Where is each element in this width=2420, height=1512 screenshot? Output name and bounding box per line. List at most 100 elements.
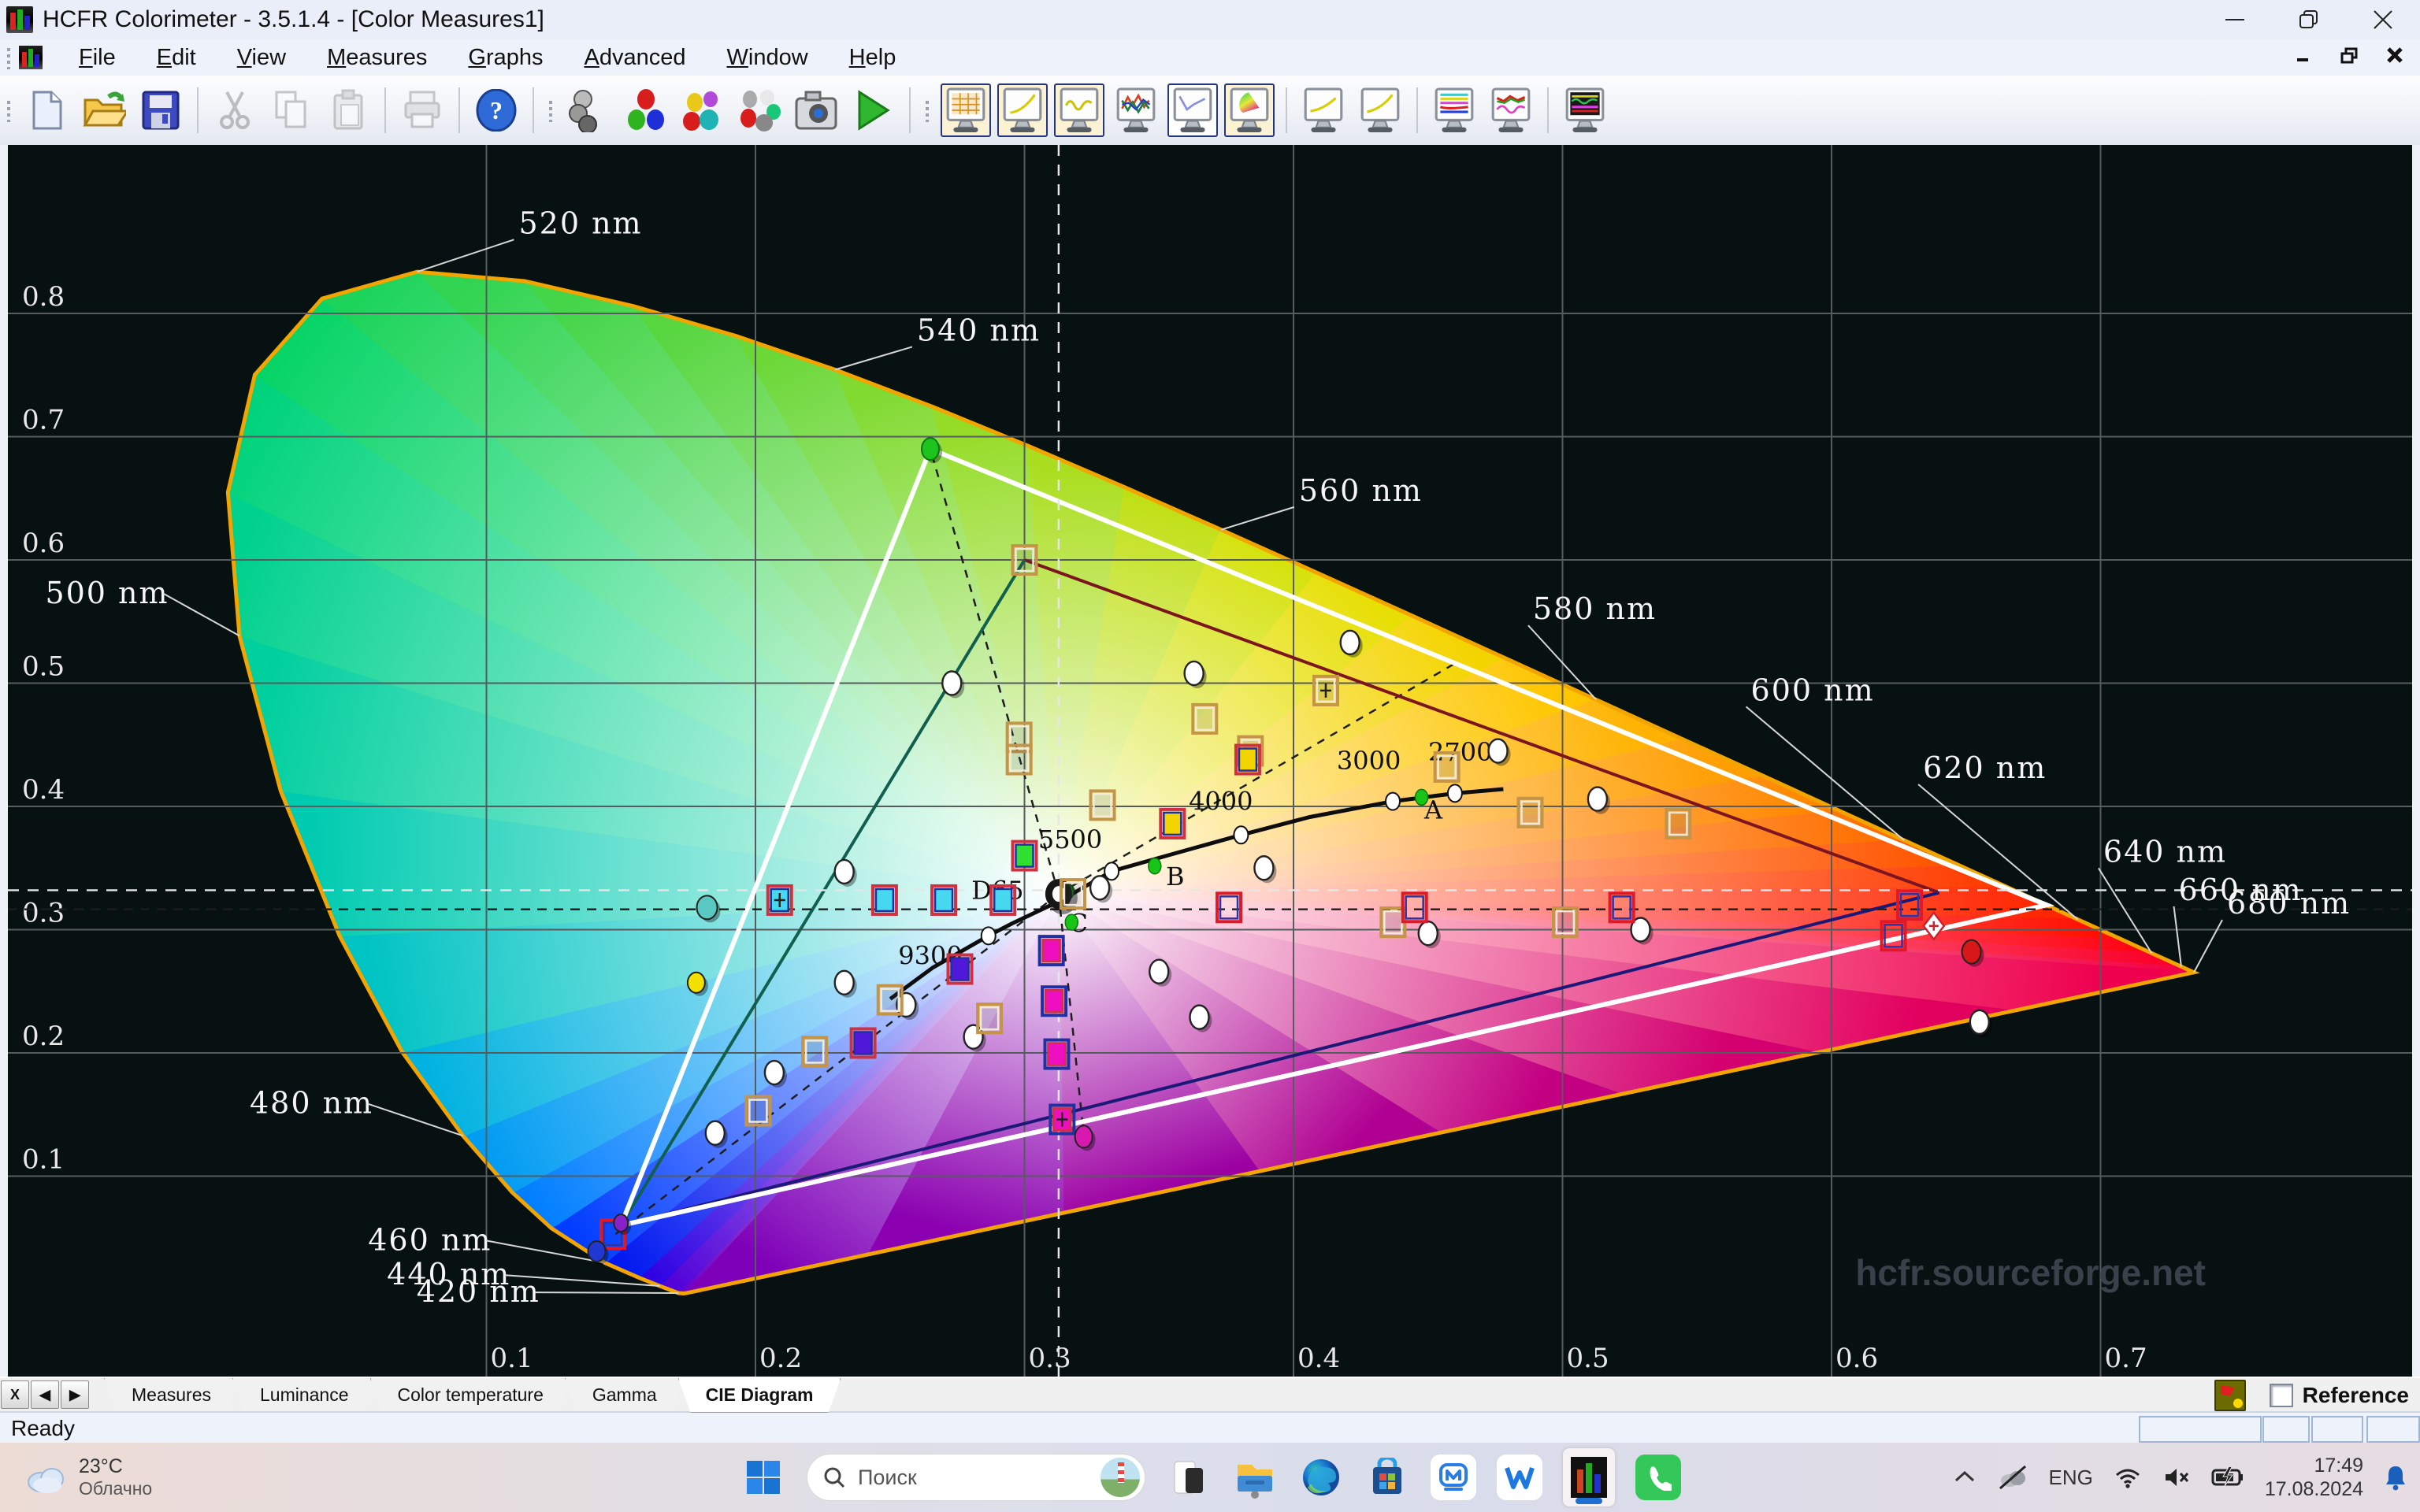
close-measure-tab-button[interactable]: X — [1, 1380, 29, 1409]
svg-text:0.4: 0.4 — [22, 774, 65, 806]
status-bar: Ready — [0, 1411, 2420, 1444]
status-panel-3 — [2311, 1416, 2363, 1443]
menu-grip — [5, 46, 13, 69]
start-button[interactable] — [740, 1455, 786, 1500]
rgb-measure-button[interactable] — [621, 83, 671, 137]
notification-bell-icon[interactable] — [2384, 1464, 2407, 1491]
status-panel-2 — [2262, 1416, 2310, 1443]
w-app-icon[interactable] — [1497, 1455, 1542, 1500]
menu-graphs[interactable]: Graphs — [447, 42, 563, 74]
scroll-tabs-right-button[interactable]: ▶ — [61, 1380, 89, 1409]
menu-advanced[interactable]: Advanced — [564, 42, 707, 74]
cut-button[interactable] — [210, 83, 260, 137]
volume-muted-icon[interactable] — [2162, 1466, 2191, 1489]
microsoft-store-icon[interactable] — [1364, 1455, 1410, 1500]
svg-text:680 nm: 680 nm — [2227, 886, 2351, 921]
view-button-gamma-curve[interactable] — [997, 83, 1048, 137]
view-button-luminance-curve[interactable] — [1167, 83, 1218, 137]
view-button-rgb-levels[interactable] — [1054, 83, 1104, 137]
onedrive-paused-icon[interactable] — [1997, 1465, 2028, 1490]
menu-view[interactable]: View — [217, 42, 306, 74]
tab-cie-diagram[interactable]: CIE Diagram — [678, 1378, 841, 1413]
tray-date: 17.08.2024 — [2264, 1478, 2363, 1500]
svg-text:0.2: 0.2 — [22, 1021, 65, 1052]
menu-bar: File Edit View Measures Graphs Advanced … — [0, 39, 2420, 77]
menu-edit[interactable]: Edit — [136, 42, 217, 74]
svg-text:0.2: 0.2 — [759, 1343, 802, 1374]
tab-luminance[interactable]: Luminance — [232, 1378, 377, 1413]
svg-text:0.6: 0.6 — [1835, 1343, 1878, 1374]
reference-checkbox-group[interactable]: Reference — [2269, 1383, 2409, 1408]
clock[interactable]: 17:49 17.08.2024 — [2265, 1454, 2363, 1501]
svg-text:B: B — [1166, 862, 1185, 891]
task-view-button[interactable] — [1166, 1455, 1212, 1500]
menu-help[interactable]: Help — [829, 42, 917, 74]
close-icon[interactable] — [2346, 0, 2420, 39]
svg-text:0.7: 0.7 — [2105, 1343, 2147, 1374]
capture-button[interactable] — [791, 83, 841, 137]
search-input[interactable]: Поиск — [807, 1454, 1145, 1501]
new-document-button[interactable] — [22, 83, 72, 137]
continuous-measure-button[interactable] — [848, 83, 898, 137]
svg-text:0.7: 0.7 — [22, 405, 65, 436]
print-button[interactable] — [397, 83, 447, 137]
menu-window[interactable]: Window — [707, 42, 829, 74]
weather-widget[interactable]: 23°C Облачно — [24, 1455, 152, 1499]
hcfr-taskbar-icon[interactable] — [1563, 1448, 1615, 1506]
svg-text:620 nm: 620 nm — [1923, 750, 2047, 785]
tab-gamma[interactable]: Gamma — [565, 1378, 685, 1413]
sensor-config-button[interactable] — [564, 83, 614, 137]
svg-text:480 nm: 480 nm — [250, 1086, 373, 1121]
tab-color-temperature[interactable]: Color temperature — [370, 1378, 571, 1413]
menu-measures[interactable]: Measures — [306, 42, 447, 74]
file-explorer-icon[interactable] — [1232, 1455, 1278, 1500]
restore-button[interactable] — [2272, 0, 2346, 39]
svg-text:5500: 5500 — [1038, 825, 1102, 854]
view-button-color-tracking[interactable] — [1111, 83, 1161, 137]
svg-text:0.3: 0.3 — [1029, 1343, 1071, 1374]
view-button-dark-screen-view[interactable] — [1560, 83, 1610, 137]
save-button[interactable] — [135, 83, 186, 137]
minimize-button[interactable] — [2198, 0, 2272, 39]
toolbar-grip — [5, 98, 13, 122]
svg-text:520 nm: 520 nm — [518, 206, 642, 240]
view-button-cie-diagram[interactable] — [1224, 83, 1275, 137]
cloud-icon — [28, 1468, 64, 1493]
phone-app-icon[interactable] — [1635, 1455, 1681, 1500]
svg-text:420 nm: 420 nm — [417, 1274, 540, 1309]
view-button-tracking-view[interactable] — [1486, 83, 1536, 137]
mdi-minimize-icon[interactable] — [2294, 46, 2313, 70]
desktop: HCFR Colorimeter - 3.5.1.4 - [Color Meas… — [0, 0, 2420, 1512]
wifi-icon[interactable] — [2114, 1466, 2142, 1489]
max-app-icon[interactable] — [1431, 1455, 1476, 1500]
color-measure-1-button[interactable] — [677, 83, 728, 137]
scroll-tabs-left-button[interactable]: ◀ — [31, 1380, 59, 1409]
battery-charging-icon[interactable] — [2211, 1466, 2244, 1489]
svg-text:?: ? — [490, 96, 503, 124]
open-file-button[interactable] — [79, 83, 129, 137]
color-measure-2-button[interactable] — [734, 83, 785, 137]
tray-time: 17:49 — [2314, 1455, 2363, 1477]
edge-browser-icon[interactable] — [1298, 1455, 1344, 1500]
paste-button[interactable] — [323, 83, 373, 137]
cie-chromaticity-chart[interactable]: 0.1 0.2 0.3 0.4 0.5 0.6 0.7 0.1 0.2 0.3 0.4 0.5 0.6 0… — [8, 145, 2412, 1377]
search-placeholder: Поиск — [858, 1465, 917, 1489]
view-button-luminance-view-2[interactable] — [1355, 83, 1405, 137]
weather-temp: 23°C — [79, 1455, 123, 1478]
help-button[interactable]: ? — [471, 83, 521, 137]
language-indicator[interactable]: ENG — [2049, 1466, 2093, 1490]
tray-expand-icon[interactable] — [1953, 1468, 1976, 1487]
copy-button[interactable] — [266, 83, 317, 137]
tab-measures[interactable]: Measures — [104, 1378, 239, 1413]
mdi-restore-icon[interactable] — [2340, 46, 2359, 70]
mdi-close-icon[interactable] — [2385, 46, 2404, 70]
weather-condition: Облачно — [79, 1478, 153, 1499]
view-button-measures-grid[interactable] — [941, 83, 991, 137]
reference-checkbox[interactable] — [2269, 1384, 2293, 1407]
view-button-gamma-view-2[interactable] — [1298, 83, 1349, 137]
view-button-color-temp-lines[interactable] — [1429, 83, 1479, 137]
svg-text:4000: 4000 — [1189, 787, 1253, 817]
svg-text:0.1: 0.1 — [491, 1343, 533, 1374]
menu-file[interactable]: File — [58, 42, 136, 74]
free-measures-icon[interactable] — [2214, 1380, 2246, 1411]
